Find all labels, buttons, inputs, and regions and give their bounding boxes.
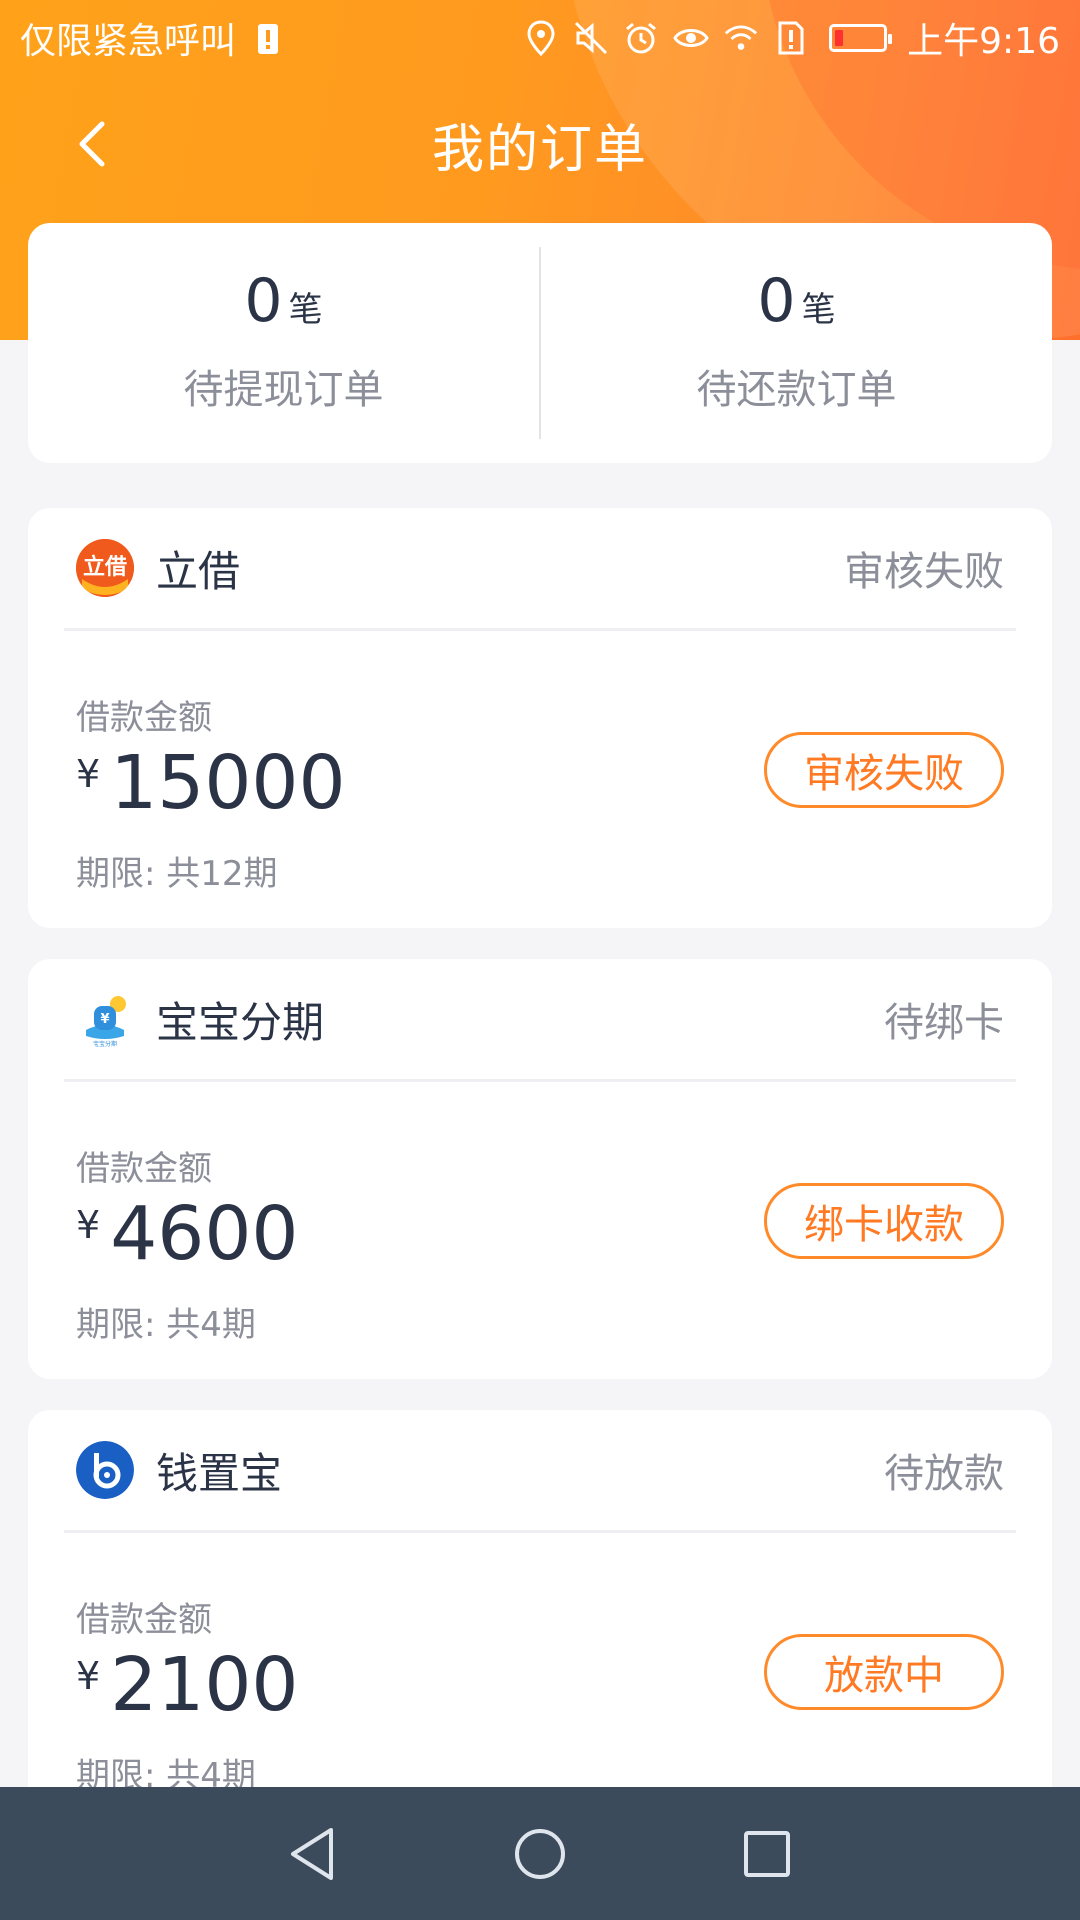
order-status: 审核失败 bbox=[844, 549, 1004, 595]
loan-amount: ¥ 4600 bbox=[76, 1197, 299, 1271]
count-value: 0 bbox=[244, 266, 283, 336]
svg-text:宝宝分期: 宝宝分期 bbox=[93, 1040, 117, 1048]
provider-info: ¥ 宝宝分期 宝宝分期 bbox=[76, 989, 324, 1050]
title-bar: 我的订单 bbox=[0, 96, 1080, 192]
order-summary-card: 0 笔 待提现订单 0 笔 待还款订单 bbox=[28, 223, 1052, 463]
provider-name: 立借 bbox=[156, 546, 241, 596]
amount-value: 2100 bbox=[110, 1642, 299, 1728]
amount-label: 借款金额 bbox=[76, 1149, 212, 1189]
status-right: 上午9:16 bbox=[523, 12, 1060, 64]
order-status: 待放款 bbox=[884, 1451, 1004, 1497]
count-value: 0 bbox=[757, 266, 796, 336]
currency-symbol: ¥ bbox=[76, 752, 101, 796]
order-status: 待绑卡 bbox=[884, 1000, 1004, 1046]
sim-warning-icon bbox=[250, 18, 286, 58]
wifi-icon bbox=[723, 18, 759, 58]
back-arrow-icon bbox=[79, 121, 105, 167]
loan-amount: ¥ 2100 bbox=[76, 1648, 299, 1722]
divider bbox=[64, 1530, 1016, 1533]
back-button[interactable] bbox=[60, 112, 124, 176]
system-nav-bar bbox=[0, 1787, 1080, 1920]
location-icon bbox=[523, 18, 559, 58]
nav-recents-icon bbox=[743, 1830, 790, 1877]
order-header: 钱置宝 待放款 bbox=[76, 1410, 1004, 1530]
pending-withdraw-count: 0 笔 bbox=[244, 271, 322, 331]
carrier-text: 仅限紧急呼叫 bbox=[20, 21, 237, 62]
svg-text:立借: 立借 bbox=[83, 554, 127, 580]
sim-alert-icon bbox=[773, 18, 809, 58]
order-card[interactable]: 钱置宝 待放款 借款金额 ¥ 2100 期限: 共4期 放款中 bbox=[28, 1410, 1052, 1830]
nav-home-icon bbox=[514, 1828, 565, 1879]
divider bbox=[64, 628, 1016, 631]
currency-symbol: ¥ bbox=[76, 1654, 101, 1698]
mute-icon bbox=[573, 18, 609, 58]
nav-recents-button[interactable] bbox=[727, 1814, 807, 1894]
lijie-logo-icon: 立借 bbox=[76, 539, 134, 597]
amount-value: 15000 bbox=[110, 740, 346, 826]
count-unit: 笔 bbox=[288, 290, 323, 330]
provider-info: 钱置宝 bbox=[76, 1440, 282, 1501]
provider-name: 钱置宝 bbox=[156, 1448, 283, 1498]
battery-low-icon bbox=[823, 18, 893, 58]
page-title: 我的订单 bbox=[431, 119, 648, 180]
alarm-icon bbox=[623, 18, 659, 58]
amount-value: 4600 bbox=[110, 1191, 299, 1277]
status-left: 仅限紧急呼叫 bbox=[20, 12, 286, 64]
baobao-logo-icon: ¥ 宝宝分期 bbox=[76, 990, 134, 1048]
loan-term: 期限: 共4期 bbox=[76, 1305, 256, 1345]
order-header: 立借 立借 审核失败 bbox=[76, 508, 1004, 628]
pending-withdraw-summary[interactable]: 0 笔 待提现订单 bbox=[28, 223, 539, 463]
order-action-button[interactable]: 绑卡收款 bbox=[764, 1183, 1004, 1259]
pending-repay-label: 待还款订单 bbox=[696, 367, 897, 413]
nav-back-button[interactable] bbox=[273, 1814, 353, 1894]
pending-repay-count: 0 笔 bbox=[757, 271, 835, 331]
pending-withdraw-label: 待提现订单 bbox=[183, 367, 384, 413]
order-action-button[interactable]: 审核失败 bbox=[764, 732, 1004, 808]
provider-info: 立借 立借 bbox=[76, 538, 240, 599]
order-action-button[interactable]: 放款中 bbox=[764, 1634, 1004, 1710]
order-header: ¥ 宝宝分期 宝宝分期 待绑卡 bbox=[76, 959, 1004, 1079]
clock-text: 上午9:16 bbox=[907, 21, 1060, 62]
divider bbox=[64, 1079, 1016, 1082]
eye-icon bbox=[673, 18, 709, 58]
order-list-screen: 仅限紧急呼叫 上午9:16 我的订单 0 笔 待提现订单 0 笔 待还款订单 立… bbox=[0, 0, 1080, 1920]
order-card[interactable]: ¥ 宝宝分期 宝宝分期 待绑卡 借款金额 ¥ 4600 期限: 共4期 绑卡收款 bbox=[28, 959, 1052, 1379]
pending-repay-summary[interactable]: 0 笔 待还款订单 bbox=[541, 223, 1052, 463]
status-bar: 仅限紧急呼叫 上午9:16 bbox=[0, 0, 1080, 76]
amount-label: 借款金额 bbox=[76, 1600, 212, 1640]
count-unit: 笔 bbox=[801, 290, 836, 330]
loan-amount: ¥ 15000 bbox=[76, 746, 346, 820]
currency-symbol: ¥ bbox=[76, 1203, 101, 1247]
provider-name: 宝宝分期 bbox=[156, 997, 325, 1047]
qianzhibao-logo-icon bbox=[76, 1441, 134, 1499]
loan-term: 期限: 共12期 bbox=[76, 854, 278, 894]
order-card[interactable]: 立借 立借 审核失败 借款金额 ¥ 15000 期限: 共12期 审核失败 bbox=[28, 508, 1052, 928]
svg-text:¥: ¥ bbox=[100, 1012, 109, 1027]
nav-back-icon bbox=[291, 1827, 334, 1880]
nav-home-button[interactable] bbox=[500, 1814, 580, 1894]
amount-label: 借款金额 bbox=[76, 698, 212, 738]
